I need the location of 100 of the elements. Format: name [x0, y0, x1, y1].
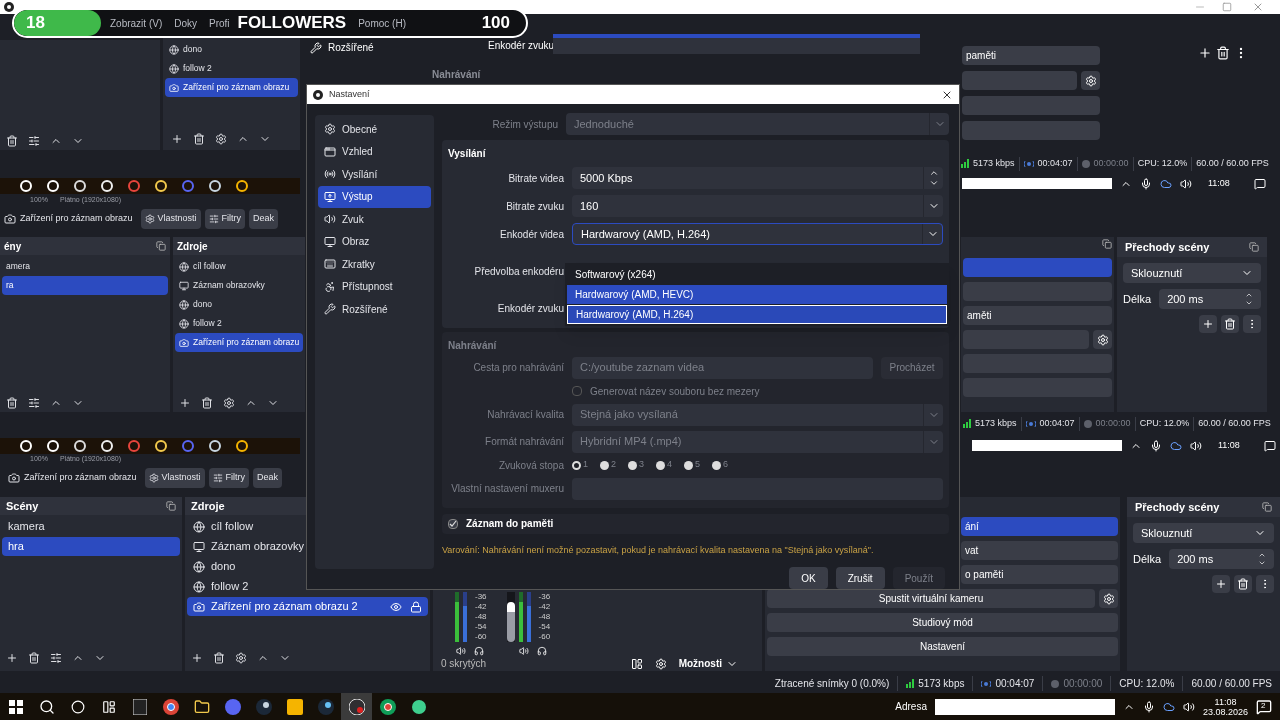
menu-item[interactable]: Zobrazit (V): [110, 15, 163, 31]
visibility-icon[interactable]: [390, 600, 402, 613]
volume-fader[interactable]: [506, 602, 515, 642]
control-button[interactable]: o paměti: [961, 565, 1118, 584]
dialog-button[interactable]: OK: [789, 567, 828, 589]
headphones-icon[interactable]: [473, 646, 484, 656]
dropdown-option[interactable]: Hardwarový (AMD, HEVC): [567, 285, 947, 304]
toolbar-button[interactable]: Filtry: [204, 209, 246, 229]
control-button[interactable]: Spustit virtuální kameru: [767, 589, 1095, 608]
duration-field[interactable]: 200 ms: [1169, 549, 1274, 569]
nav-item[interactable]: Vzhled: [318, 140, 431, 163]
list-item[interactable]: kamera: [2, 517, 180, 536]
add-icon[interactable]: [6, 652, 18, 664]
nav-item[interactable]: Rozšířené: [318, 298, 431, 320]
undock-icon[interactable]: [156, 241, 166, 251]
list-item[interactable]: dono: [187, 557, 428, 576]
list-item[interactable]: Zařízení pro záznam obrazu 2: [187, 597, 428, 616]
toolbar-button[interactable]: Filtry: [208, 468, 250, 488]
add-icon[interactable]: [1198, 46, 1212, 60]
mic-icon[interactable]: [1142, 700, 1155, 713]
toolbar-button[interactable]: Vlastnosti: [144, 468, 205, 488]
list-item[interactable]: Zařízení pro záznam obrazu: [175, 333, 303, 352]
list-item[interactable]: hra: [2, 537, 180, 556]
options-button[interactable]: Možnosti: [678, 656, 738, 671]
menu-item[interactable]: Profi: [209, 15, 230, 31]
nav-item[interactable]: Výstup: [318, 185, 431, 208]
menu-item[interactable]: Doky: [174, 15, 198, 31]
settings-icon[interactable]: [223, 397, 235, 409]
add-icon[interactable]: [191, 652, 203, 664]
cloud-icon[interactable]: [1170, 439, 1182, 452]
app-icon[interactable]: [236, 180, 248, 192]
trash-icon[interactable]: [201, 397, 213, 409]
nav-item[interactable]: Zkratky: [318, 253, 431, 275]
transition-select[interactable]: Sklouznutí: [1133, 523, 1274, 543]
trash-icon[interactable]: [6, 135, 18, 147]
delete-button[interactable]: [1234, 575, 1252, 593]
increment-icon[interactable]: [1258, 551, 1266, 559]
checkbox[interactable]: [448, 518, 458, 529]
spin-field[interactable]: 5000 Kbps: [572, 167, 943, 190]
more-button[interactable]: [1243, 315, 1261, 333]
control-button[interactable]: Nastavení: [767, 637, 1118, 656]
speaker-icon[interactable]: [1190, 439, 1202, 452]
nav-item[interactable]: Obecné: [318, 118, 431, 140]
recorder-app-icon[interactable]: [341, 693, 372, 720]
speaker-icon[interactable]: [519, 646, 530, 656]
toolbar-button[interactable]: Deak: [253, 468, 283, 488]
decrement-icon[interactable]: [1258, 559, 1266, 567]
notification-icon[interactable]: [1263, 439, 1276, 452]
speaker-icon[interactable]: [455, 646, 466, 656]
layout-icon[interactable]: [630, 657, 643, 670]
control-button[interactable]: vat: [961, 541, 1118, 560]
cloud-icon[interactable]: [1160, 177, 1172, 190]
speaker-icon[interactable]: [1182, 700, 1195, 713]
trash-icon[interactable]: [213, 652, 225, 664]
list-item[interactable]: cíl follow: [175, 257, 303, 276]
add-button[interactable]: [1212, 575, 1230, 593]
cloud-icon[interactable]: [1162, 700, 1175, 713]
toolbar-button[interactable]: Deak: [249, 209, 279, 229]
undock-icon[interactable]: [1262, 502, 1272, 512]
control-button[interactable]: aměti: [963, 306, 1112, 325]
mic-icon[interactable]: [1150, 439, 1162, 452]
trash-icon[interactable]: [193, 133, 205, 145]
more-button[interactable]: [1256, 575, 1274, 593]
control-button[interactable]: Studiový mód: [767, 613, 1118, 632]
notification-icon[interactable]: [1256, 698, 1272, 715]
list-item[interactable]: cíl follow: [187, 517, 428, 536]
control-button[interactable]: ání: [961, 517, 1118, 536]
list-item[interactable]: follow 2: [165, 59, 298, 78]
settings-button[interactable]: [1099, 589, 1118, 608]
trash-icon[interactable]: [28, 652, 40, 664]
nav-item[interactable]: Rozšířené: [328, 40, 374, 55]
filter-icon[interactable]: [28, 135, 40, 147]
settings-button[interactable]: [1093, 330, 1112, 349]
app-icon[interactable]: [236, 440, 248, 452]
increment-icon[interactable]: [1245, 291, 1253, 299]
undock-icon[interactable]: [1102, 239, 1112, 249]
decrement-icon[interactable]: [1245, 299, 1253, 307]
add-icon[interactable]: [171, 133, 183, 145]
filter-icon[interactable]: [28, 397, 40, 409]
list-item[interactable]: Záznam obrazovky: [187, 537, 428, 556]
add-button[interactable]: [1199, 315, 1217, 333]
trash-icon[interactable]: [6, 397, 18, 409]
address-field[interactable]: [972, 440, 1122, 452]
settings-icon[interactable]: [215, 133, 227, 145]
select-field[interactable]: Hardwarový (AMD, H.264): [572, 223, 943, 246]
list-item[interactable]: follow 2: [187, 577, 428, 596]
transition-select[interactable]: Sklouznutí: [1123, 263, 1261, 283]
nav-item[interactable]: Zvuk: [318, 208, 431, 230]
nav-item[interactable]: Obraz: [318, 230, 431, 253]
control-button[interactable]: paměti: [962, 46, 1100, 65]
list-item[interactable]: follow 2: [175, 314, 303, 333]
undock-icon[interactable]: [1249, 242, 1259, 252]
headphones-icon[interactable]: [537, 646, 548, 656]
nav-item[interactable]: Přístupnost: [318, 275, 431, 298]
mic-icon[interactable]: [1140, 177, 1152, 190]
notification-icon[interactable]: [1253, 177, 1266, 190]
list-item[interactable]: dono: [165, 40, 298, 59]
address-field[interactable]: [934, 698, 1115, 715]
dialog-button[interactable]: Zrušit: [835, 567, 885, 589]
nav-item[interactable]: Vysílání: [318, 163, 431, 185]
